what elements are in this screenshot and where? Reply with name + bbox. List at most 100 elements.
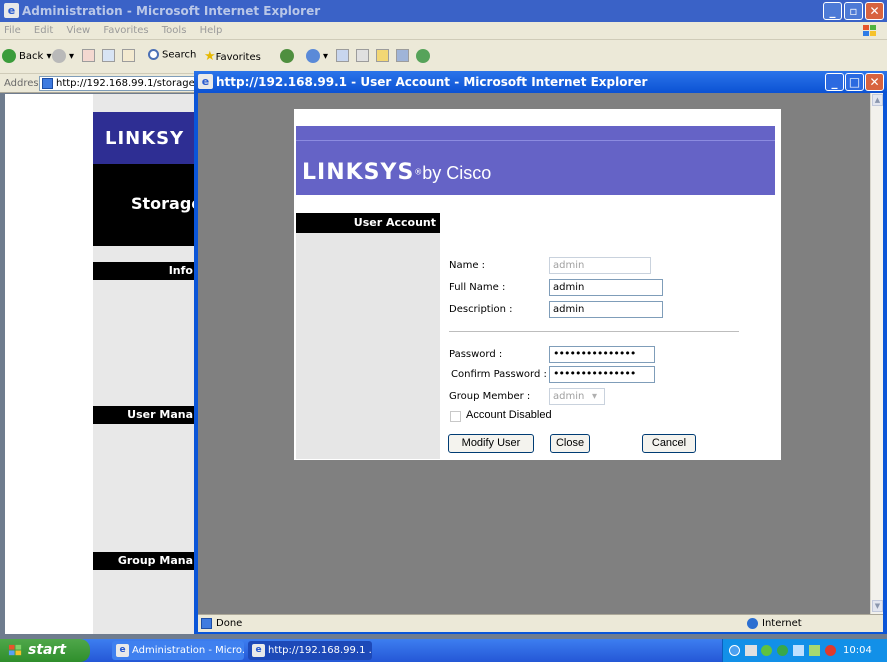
- alert-icon[interactable]: [825, 645, 836, 656]
- popup-close-button[interactable]: ✕: [865, 73, 884, 91]
- mail-button[interactable]: [336, 49, 349, 62]
- outer-storage-band: Storage: [93, 164, 202, 246]
- taskbar: start e Administration - Micro... e http…: [0, 639, 887, 662]
- description-field[interactable]: admin: [549, 301, 663, 318]
- messenger-button[interactable]: [416, 49, 433, 63]
- search-button[interactable]: Search: [148, 49, 196, 61]
- linksys-logo: LINKSYS®by Cisco: [302, 160, 491, 185]
- outer-toolbar: Back ▾ ▾ Search ★Favorites ▾: [0, 40, 887, 74]
- menu-favorites[interactable]: Favorites: [103, 25, 148, 36]
- fullname-label: Full Name :: [449, 282, 506, 293]
- research-button[interactable]: [396, 49, 409, 62]
- page-icon: [42, 78, 53, 89]
- network-icon[interactable]: [777, 645, 788, 656]
- menu-edit[interactable]: Edit: [34, 25, 53, 36]
- popup-minimize-button[interactable]: _: [825, 73, 844, 91]
- popup-titlebar[interactable]: e http://192.168.99.1 - User Account - M…: [194, 71, 887, 93]
- popup-scrollbar[interactable]: ▲ ▼: [870, 93, 883, 614]
- page-done-icon: [201, 618, 212, 629]
- windows-logo-icon: [863, 25, 876, 36]
- popup-status-bar: Done Internet: [198, 614, 883, 632]
- outer-page-content: LINKSY Storage Info User Mana Group Mana: [5, 94, 202, 634]
- popup-window: e http://192.168.99.1 - User Account - M…: [194, 71, 887, 634]
- outer-menu-bar: File Edit View Favorites Tools Help: [0, 22, 887, 40]
- description-label: Description :: [449, 304, 513, 315]
- user-account-card: LINKSYS®by Cisco User Account Name : adm…: [294, 109, 781, 460]
- search-icon: [148, 49, 159, 60]
- close-dialog-button[interactable]: Close: [550, 434, 590, 453]
- security-icon[interactable]: [761, 645, 772, 656]
- account-disabled-checkbox[interactable]: [450, 411, 461, 422]
- favorites-button[interactable]: ★Favorites: [204, 49, 261, 64]
- outer-info-bar[interactable]: Info: [93, 262, 195, 280]
- ie-icon: e: [252, 644, 265, 657]
- connection-icon[interactable]: [809, 645, 820, 656]
- media-icon: [280, 49, 294, 63]
- scroll-up-arrow-icon[interactable]: ▲: [872, 94, 883, 106]
- mail-icon: [336, 49, 349, 62]
- taskbar-item-administration[interactable]: e Administration - Micro...: [112, 641, 244, 660]
- volume-icon[interactable]: [745, 645, 757, 656]
- restore-button[interactable]: ▫: [844, 2, 863, 20]
- confirm-password-field[interactable]: •••••••••••••••: [549, 366, 655, 383]
- menu-file[interactable]: File: [4, 25, 21, 36]
- outer-group-management-bar[interactable]: Group Mana: [93, 552, 195, 570]
- popup-title: http://192.168.99.1 - User Account - Mic…: [216, 75, 648, 89]
- print-button[interactable]: [356, 49, 369, 62]
- side-column: [296, 213, 440, 459]
- back-arrow-icon: [2, 49, 16, 63]
- group-member-label: Group Member :: [449, 391, 531, 402]
- group-member-select[interactable]: admin ▾: [549, 388, 605, 405]
- form-divider: [449, 331, 739, 332]
- name-field[interactable]: admin: [549, 257, 651, 274]
- media-button[interactable]: [280, 49, 297, 63]
- stop-button[interactable]: [82, 49, 95, 62]
- star-icon: ★: [204, 49, 216, 64]
- history-button[interactable]: ▾: [306, 49, 328, 63]
- system-tray: 10:04 PM: [722, 639, 887, 662]
- name-label: Name :: [449, 260, 486, 271]
- confirm-password-label: Confirm Password :: [451, 369, 547, 380]
- brand-header: LINKSYS®by Cisco: [296, 125, 775, 195]
- modify-user-button[interactable]: Modify User: [448, 434, 534, 453]
- brand-name: LINKSYS: [302, 160, 415, 185]
- close-button[interactable]: ✕: [865, 2, 884, 20]
- folder-button[interactable]: [376, 49, 389, 62]
- outer-window-titlebar[interactable]: e Administration - Microsoft Internet Ex…: [0, 0, 887, 22]
- scroll-down-arrow-icon[interactable]: ▼: [872, 600, 883, 612]
- home-icon: [122, 49, 135, 62]
- fullname-field[interactable]: admin: [549, 279, 663, 296]
- minimize-button[interactable]: _: [823, 2, 842, 20]
- back-button[interactable]: Back ▾: [2, 49, 51, 63]
- outer-logo-band: LINKSY: [93, 112, 195, 164]
- section-title: User Account: [296, 213, 440, 233]
- outer-user-management-bar[interactable]: User Mana: [93, 406, 195, 424]
- home-button[interactable]: [122, 49, 135, 62]
- forward-button[interactable]: ▾: [52, 49, 74, 63]
- popup-maximize-button[interactable]: □: [845, 73, 864, 91]
- folder-icon: [376, 49, 389, 62]
- outer-storage-title: Storage: [131, 194, 203, 213]
- password-field[interactable]: •••••••••••••••: [549, 346, 655, 363]
- outer-window-title: Administration - Microsoft Internet Expl…: [22, 4, 321, 18]
- address-label: Address: [4, 78, 44, 89]
- wireless-icon[interactable]: [793, 645, 804, 656]
- menu-view[interactable]: View: [66, 25, 90, 36]
- chevron-down-icon: ▾: [592, 391, 598, 402]
- refresh-icon: [102, 49, 115, 62]
- tray-arrow-icon[interactable]: [729, 645, 740, 656]
- account-disabled-label: Account Disabled: [466, 409, 552, 421]
- cancel-button[interactable]: Cancel: [642, 434, 696, 453]
- research-icon: [396, 49, 409, 62]
- start-button[interactable]: start: [0, 639, 90, 662]
- taskbar-item-user-account[interactable]: e http://192.168.99.1 ...: [248, 641, 372, 660]
- group-member-value: admin: [553, 391, 585, 402]
- ie-icon: e: [198, 74, 213, 89]
- refresh-button[interactable]: [102, 49, 115, 62]
- clock[interactable]: 10:04 PM: [843, 639, 887, 662]
- outer-linksys-logo: LINKSY: [105, 128, 185, 149]
- ie-icon: e: [4, 3, 19, 18]
- windows-logo-icon: [8, 644, 22, 656]
- menu-help[interactable]: Help: [200, 25, 223, 36]
- menu-tools[interactable]: Tools: [162, 25, 187, 36]
